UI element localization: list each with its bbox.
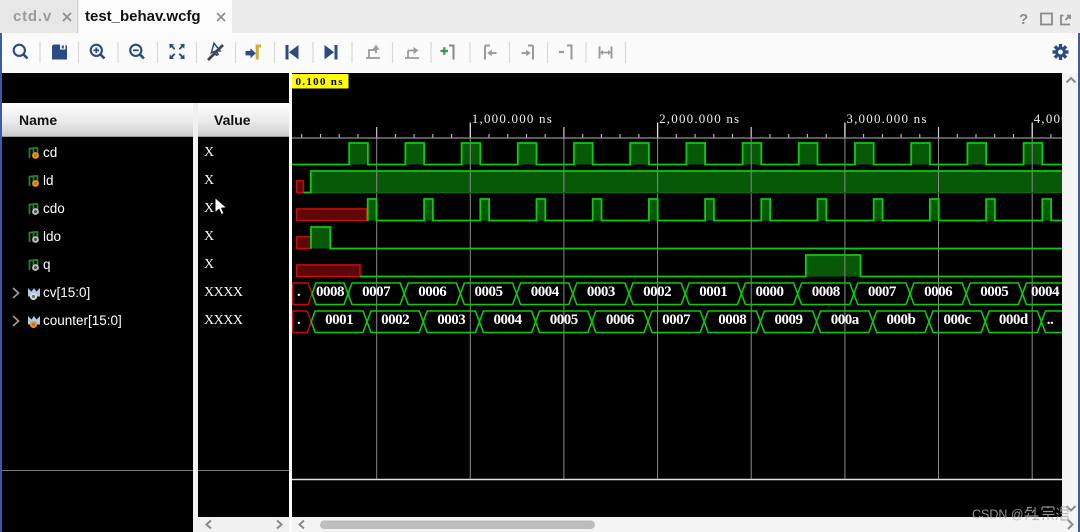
svg-text:0006: 0006 bbox=[924, 284, 953, 300]
svg-text:0007: 0007 bbox=[662, 312, 691, 328]
svg-text:0005: 0005 bbox=[980, 284, 1008, 300]
svg-text:000c: 000c bbox=[944, 312, 972, 328]
svg-text:0003: 0003 bbox=[587, 284, 615, 300]
svg-text:0004: 0004 bbox=[531, 284, 560, 300]
svg-text:0002: 0002 bbox=[381, 312, 409, 328]
svg-text:0005: 0005 bbox=[550, 312, 578, 328]
svg-text:?: ? bbox=[1019, 11, 1028, 28]
svg-text:0004: 0004 bbox=[1031, 284, 1060, 300]
svg-text:..: .. bbox=[1047, 312, 1054, 328]
svg-text:0006: 0006 bbox=[418, 284, 447, 300]
svg-text:000a: 000a bbox=[831, 312, 860, 328]
svg-text:0001: 0001 bbox=[325, 312, 353, 328]
svg-text:0002: 0002 bbox=[643, 284, 671, 300]
svg-text:0004: 0004 bbox=[494, 312, 523, 328]
svg-text:2,000.000 ns: 2,000.000 ns bbox=[659, 111, 740, 126]
svg-text:0.100 ns: 0.100 ns bbox=[296, 76, 344, 88]
svg-text:0008: 0008 bbox=[718, 312, 746, 328]
svg-text:000d: 000d bbox=[999, 312, 1029, 328]
svg-text:0007: 0007 bbox=[362, 284, 391, 300]
svg-text:0005: 0005 bbox=[475, 284, 503, 300]
svg-text:0000: 0000 bbox=[756, 284, 784, 300]
svg-text:000b: 000b bbox=[886, 312, 915, 328]
svg-text:0003: 0003 bbox=[437, 312, 465, 328]
svg-text:4,000.000 ns: 4,000.000 ns bbox=[1034, 111, 1062, 126]
svg-text:0001: 0001 bbox=[699, 284, 727, 300]
svg-text:0009: 0009 bbox=[775, 312, 803, 328]
svg-text:1,000.000 ns: 1,000.000 ns bbox=[472, 111, 553, 126]
svg-text:0007: 0007 bbox=[868, 284, 897, 300]
svg-text:3,000.000 ns: 3,000.000 ns bbox=[846, 111, 927, 126]
svg-text:0006: 0006 bbox=[606, 312, 635, 328]
svg-text:CSDN @: CSDN @ bbox=[972, 508, 1024, 522]
svg-text:0008: 0008 bbox=[812, 284, 840, 300]
svg-text:0008: 0008 bbox=[316, 284, 344, 300]
